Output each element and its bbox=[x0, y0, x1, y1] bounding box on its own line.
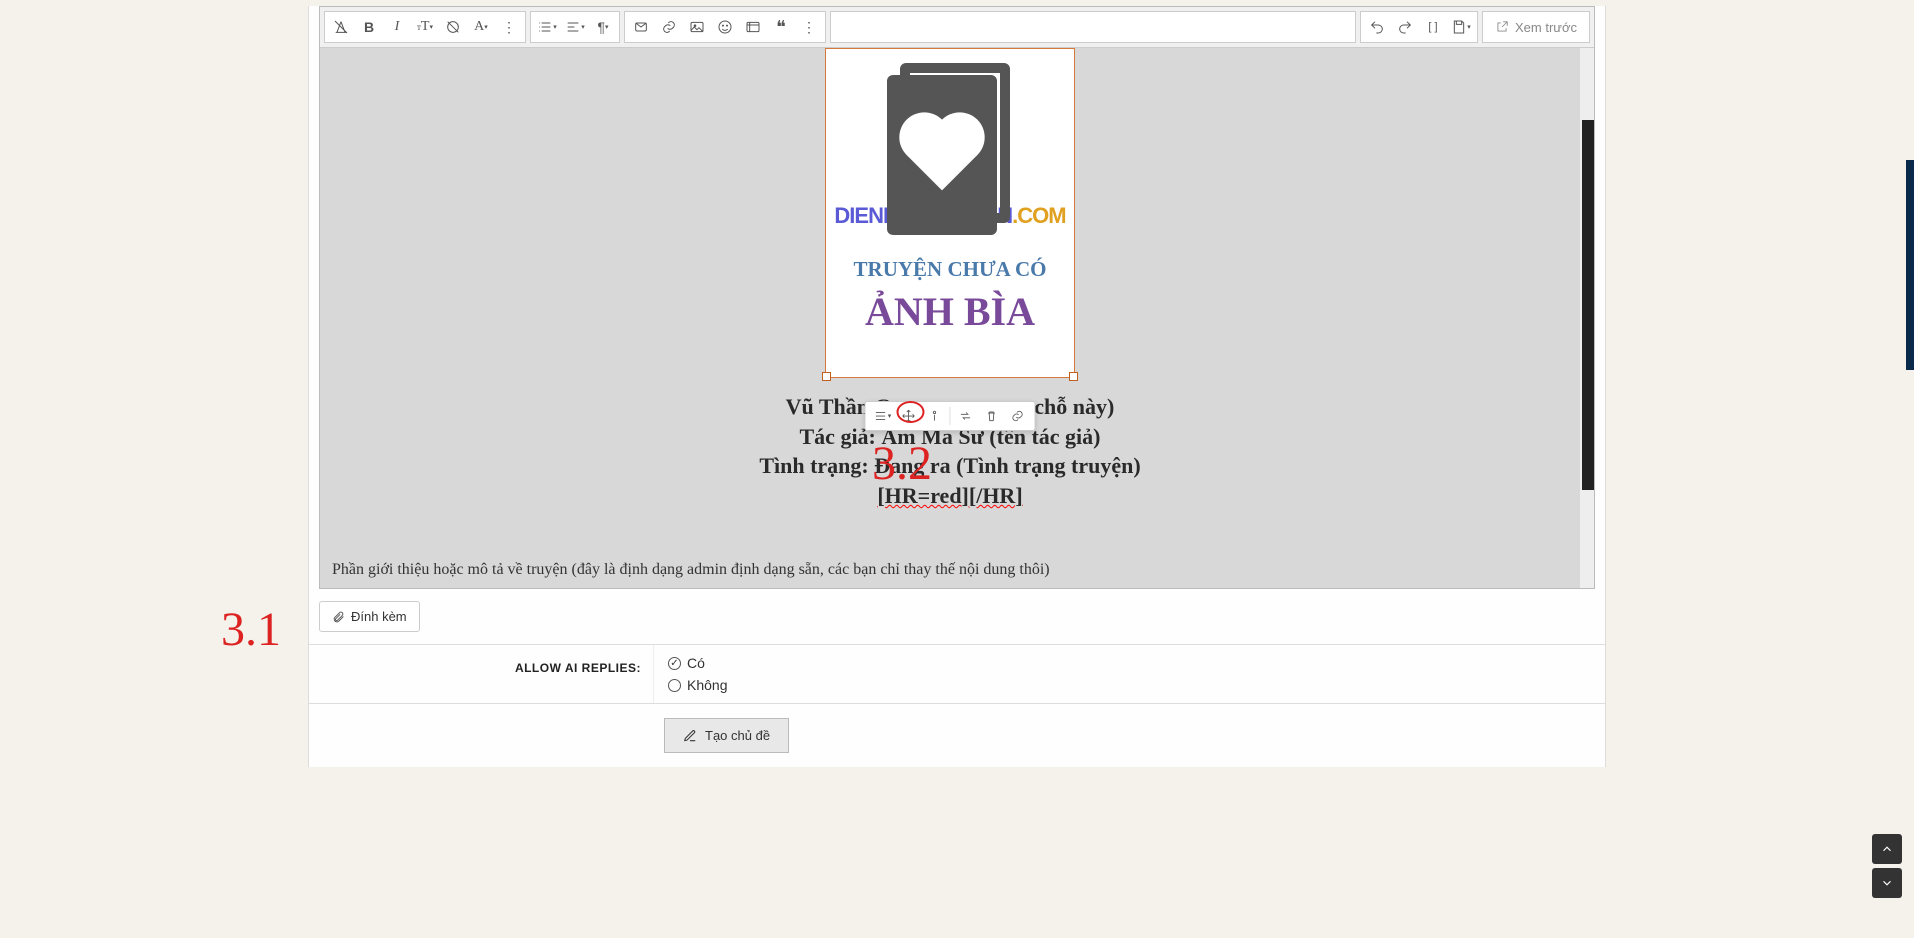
option-no-label: Không bbox=[687, 677, 727, 693]
submit-label: Tạo chủ đề bbox=[705, 728, 770, 743]
allow-ai-row: Allow AI replies: Có Không bbox=[309, 644, 1605, 704]
bold-button[interactable]: B bbox=[355, 13, 383, 41]
strike-button[interactable] bbox=[439, 13, 467, 41]
create-topic-button[interactable]: Tạo chủ đề bbox=[664, 718, 789, 753]
undo-button[interactable] bbox=[1363, 13, 1391, 41]
scroll-down-button[interactable] bbox=[1872, 868, 1902, 898]
allow-ai-label: Allow AI replies: bbox=[309, 645, 654, 703]
scrollbar-thumb[interactable] bbox=[1582, 120, 1594, 490]
img-align-button[interactable]: ▾ bbox=[872, 405, 894, 427]
image-float-toolbar: ▾ bbox=[865, 401, 1036, 431]
right-side-tab[interactable] bbox=[1906, 160, 1914, 370]
bbcode-toggle-button[interactable]: [ ] bbox=[1419, 13, 1447, 41]
font-size-button[interactable]: тT▾ bbox=[411, 13, 439, 41]
toolbar-group-format: B I тT▾ A▾ ⋮ bbox=[324, 11, 526, 43]
radio-unchecked-icon bbox=[668, 679, 681, 692]
attach-label: Đính kèm bbox=[351, 609, 407, 624]
rich-text-editor: B I тT▾ A▾ ⋮ ▾ ▾ ¶▾ bbox=[319, 6, 1595, 589]
allow-ai-yes-option[interactable]: Có bbox=[668, 655, 1591, 671]
img-link-button[interactable] bbox=[1007, 405, 1029, 427]
option-yes-label: Có bbox=[687, 655, 705, 671]
submit-row: Tạo chủ đề bbox=[309, 704, 1605, 767]
editor-scrollbar[interactable] bbox=[1580, 48, 1594, 588]
img-move-button[interactable] bbox=[898, 405, 920, 427]
more-insert-button[interactable]: ⋮ bbox=[795, 13, 823, 41]
insert-link-icon[interactable] bbox=[627, 13, 655, 41]
story-status-line: Tình trạng: Đang ra (Tình trạng truyện) bbox=[320, 451, 1580, 481]
toolbar-group-insert: ❝ ⋮ bbox=[624, 11, 826, 43]
redo-button[interactable] bbox=[1391, 13, 1419, 41]
quote-button[interactable]: ❝ bbox=[767, 13, 795, 41]
annotation-31: 3.1 bbox=[221, 602, 281, 657]
scroll-up-button[interactable] bbox=[1872, 834, 1902, 864]
align-button[interactable]: ▾ bbox=[561, 13, 589, 41]
allow-ai-no-option[interactable]: Không bbox=[668, 677, 1591, 693]
toolbar-group-history: [ ] ▾ bbox=[1360, 11, 1478, 43]
preview-label: Xem trước bbox=[1515, 20, 1577, 35]
attach-row: Đính kèm bbox=[309, 589, 1605, 644]
remove-format-button[interactable] bbox=[327, 13, 355, 41]
story-hr-line: [HR=red][/HR] bbox=[320, 481, 1580, 511]
editor-content-area[interactable]: DIENDANTRUYEN.COM TRUYỆN CHƯA CÓ ẢNH BÌA… bbox=[320, 48, 1594, 588]
cover-placeholder-image[interactable]: DIENDANTRUYEN.COM TRUYỆN CHƯA CÓ ẢNH BÌA bbox=[825, 48, 1075, 378]
img-info-button[interactable] bbox=[924, 405, 946, 427]
editor-toolbar: B I тT▾ A▾ ⋮ ▾ ▾ ¶▾ bbox=[320, 7, 1594, 48]
emoji-button[interactable] bbox=[711, 13, 739, 41]
book-heart-icon bbox=[885, 53, 1015, 243]
img-delete-button[interactable] bbox=[981, 405, 1003, 427]
toolbar-spacer bbox=[830, 11, 1356, 43]
divider bbox=[950, 407, 951, 425]
attach-button[interactable]: Đính kèm bbox=[319, 601, 420, 632]
story-description: Phần giới thiệu hoặc mô tả về truyện (đâ… bbox=[320, 511, 1580, 588]
text-color-button[interactable]: A▾ bbox=[467, 13, 495, 41]
more-format-button[interactable]: ⋮ bbox=[495, 13, 523, 41]
paragraph-button[interactable]: ¶▾ bbox=[589, 13, 617, 41]
link-button[interactable] bbox=[655, 13, 683, 41]
media-button[interactable] bbox=[739, 13, 767, 41]
page-nav-buttons bbox=[1872, 834, 1902, 898]
radio-checked-icon bbox=[668, 657, 681, 670]
toolbar-group-paragraph: ▾ ▾ ¶▾ bbox=[530, 11, 620, 43]
allow-ai-field: Có Không bbox=[654, 645, 1605, 703]
img-replace-button[interactable] bbox=[955, 405, 977, 427]
cover-line1: TRUYỆN CHƯA CÓ bbox=[854, 257, 1047, 282]
editor-container: B I тT▾ A▾ ⋮ ▾ ▾ ¶▾ bbox=[308, 6, 1606, 767]
italic-button[interactable]: I bbox=[383, 13, 411, 41]
save-draft-button[interactable]: ▾ bbox=[1447, 13, 1475, 41]
image-button[interactable] bbox=[683, 13, 711, 41]
preview-button[interactable]: Xem trước bbox=[1482, 11, 1590, 43]
cover-line2: ẢNH BÌA bbox=[865, 288, 1035, 335]
list-button[interactable]: ▾ bbox=[533, 13, 561, 41]
